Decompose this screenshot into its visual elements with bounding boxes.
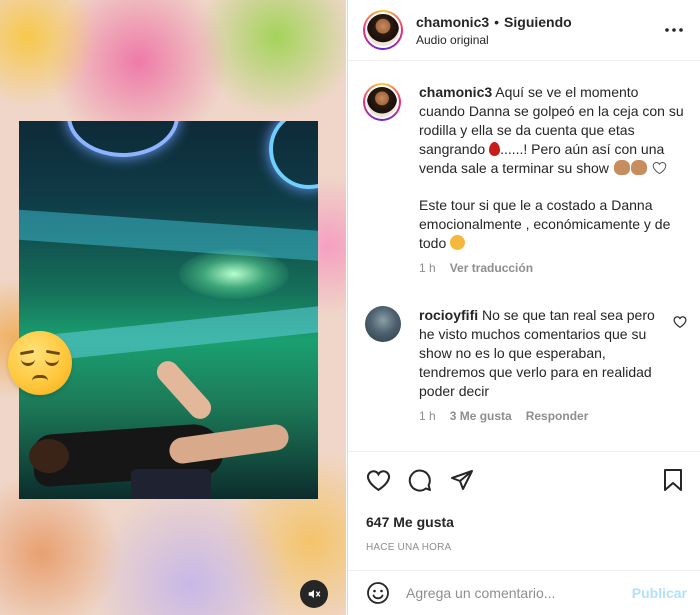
pensive-face-sticker xyxy=(8,331,72,395)
save-button[interactable] xyxy=(659,466,687,494)
stage-device xyxy=(131,469,211,499)
bookmark-icon xyxy=(664,469,682,491)
audio-muted-button[interactable] xyxy=(300,580,328,608)
post-details-panel: chamonic3 • Siguiendo Audio original cha… xyxy=(347,0,700,615)
more-options-button[interactable] xyxy=(662,18,686,42)
post-media xyxy=(0,0,346,615)
stage-glow xyxy=(179,249,289,299)
performer-head xyxy=(29,439,69,473)
comments-section[interactable]: chamonic3 Aquí se ve el momento cuando D… xyxy=(348,72,700,450)
like-button[interactable] xyxy=(364,466,392,494)
author-avatar[interactable] xyxy=(363,10,403,50)
comment-button[interactable] xyxy=(406,466,434,494)
post-timestamp: HACE UNA HORA xyxy=(366,542,452,553)
commenter-avatar[interactable] xyxy=(365,306,401,342)
caption-username[interactable]: chamonic3 xyxy=(419,84,492,100)
comment-bubble-icon xyxy=(408,469,431,492)
share-button[interactable] xyxy=(448,466,476,494)
clapping-hands-emoji xyxy=(630,160,647,175)
publish-button[interactable]: Publicar xyxy=(632,585,687,601)
separator-dot: • xyxy=(494,13,500,30)
caption: chamonic3 Aquí se ve el momento cuando D… xyxy=(348,72,700,278)
stage-light xyxy=(67,121,179,157)
reply-button[interactable]: Responder xyxy=(526,407,589,426)
post-header: chamonic3 • Siguiendo Audio original xyxy=(348,0,700,61)
comment-item: rocioyfifi No se que tan real sea pero h… xyxy=(348,306,700,426)
drop-of-blood-emoji xyxy=(489,142,501,156)
caption-author-avatar[interactable] xyxy=(363,83,401,121)
likes-count[interactable]: 647 Me gusta xyxy=(348,514,700,530)
comment-time: 1 h xyxy=(419,409,436,423)
performer-leg xyxy=(152,356,216,424)
clapping-hands-emoji xyxy=(613,160,630,175)
see-translation-button[interactable]: Ver traducción xyxy=(450,259,533,278)
post-actions: 647 Me gusta HACE UNA HORA xyxy=(348,451,700,553)
following-button[interactable]: Siguiendo xyxy=(504,14,572,30)
caption-time: 1 h xyxy=(419,261,436,275)
stage-stripe xyxy=(19,208,318,264)
stage-light xyxy=(269,121,318,189)
persevering-face-emoji xyxy=(450,235,466,250)
emoji-icon[interactable] xyxy=(366,581,390,605)
comment-input[interactable] xyxy=(406,585,632,601)
audio-link[interactable]: Audio original xyxy=(416,33,662,47)
speaker-muted-icon xyxy=(308,589,321,599)
add-comment-bar: Publicar xyxy=(348,570,700,615)
commenter-username[interactable]: rocioyfifi xyxy=(419,307,478,323)
heart-icon xyxy=(366,469,390,491)
post-video[interactable] xyxy=(19,121,318,499)
comment-likes[interactable]: 3 Me gusta xyxy=(450,407,512,426)
comment-heart-icon[interactable] xyxy=(673,315,687,329)
white-heart-emoji xyxy=(652,162,666,175)
author-username[interactable]: chamonic3 xyxy=(416,14,489,30)
more-horizontal-icon xyxy=(665,28,683,32)
paper-plane-icon xyxy=(451,470,473,490)
